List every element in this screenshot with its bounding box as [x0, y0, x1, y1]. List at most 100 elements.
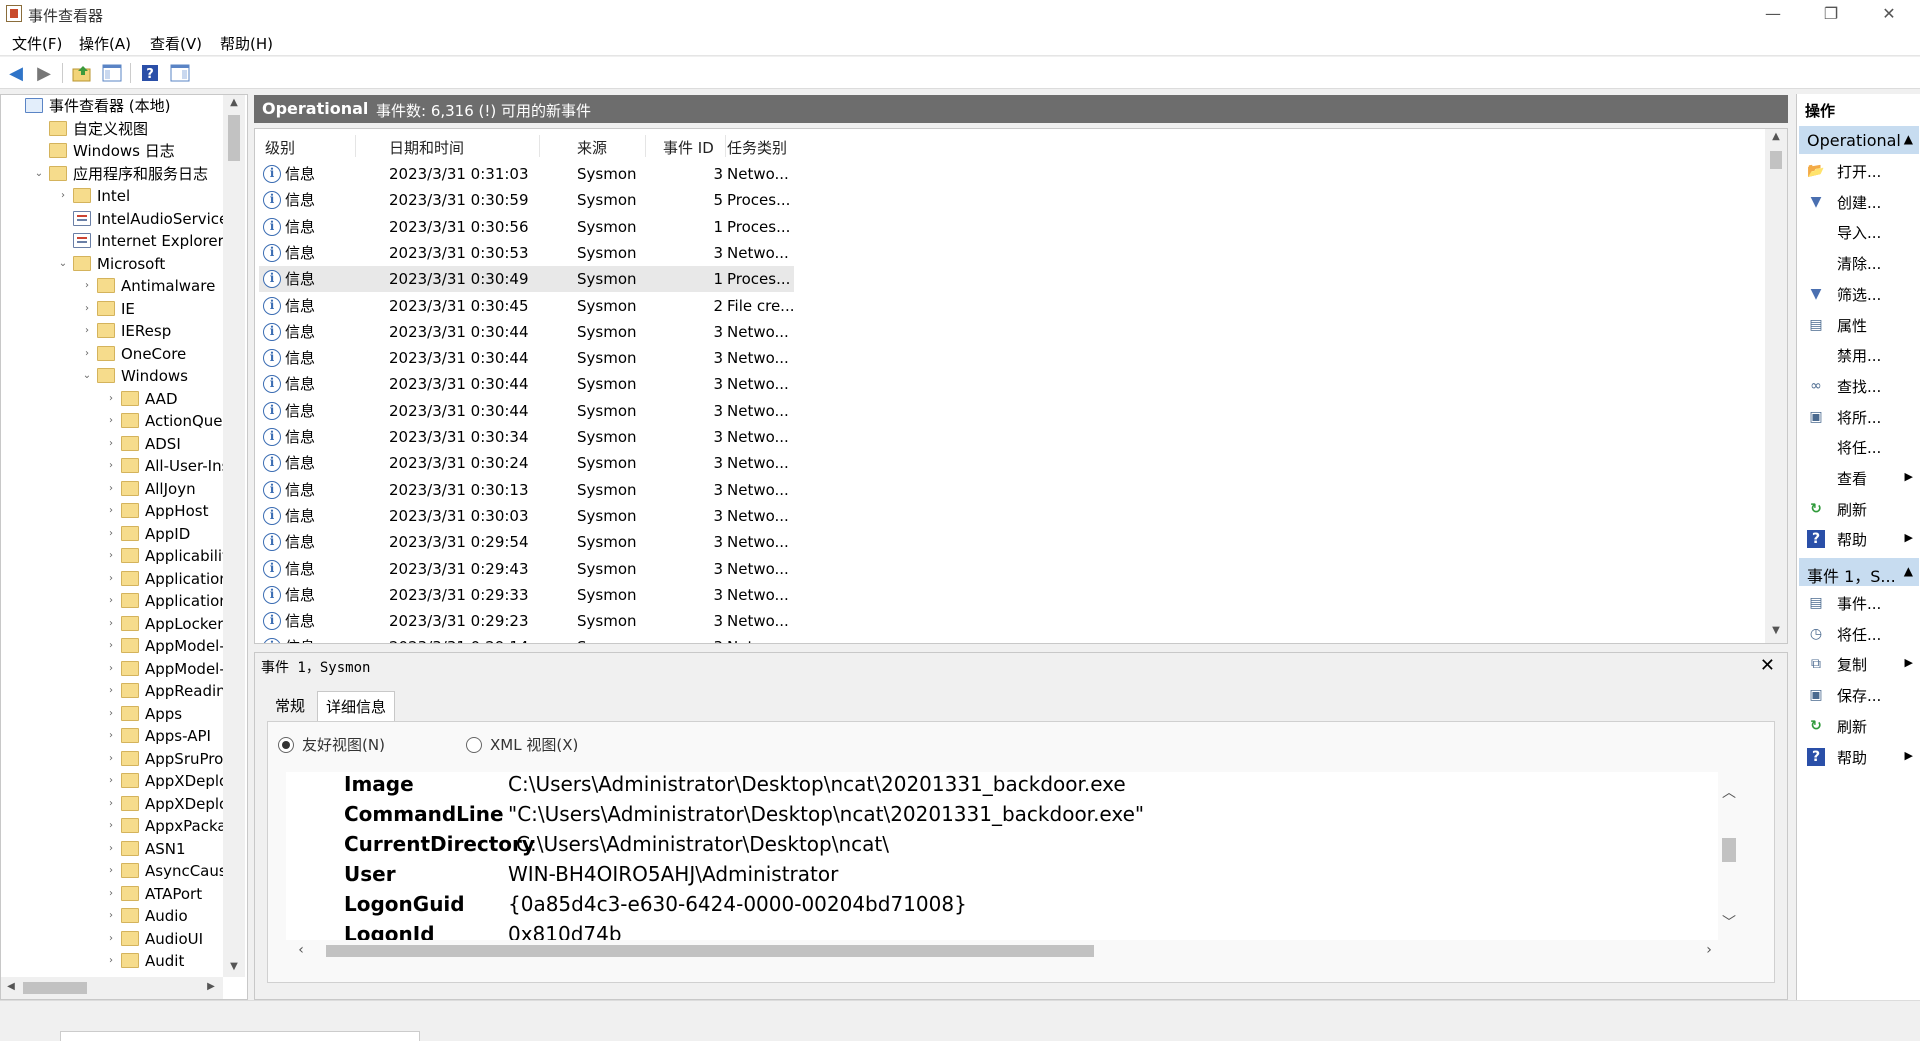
expand-chevron-icon[interactable]: ›	[105, 433, 117, 455]
tree-node[interactable]: › AppXDeploym	[1, 770, 226, 792]
close-window-button[interactable]: ✕	[1860, 0, 1918, 28]
action-item[interactable]: ? 帮助 ▶	[1797, 744, 1919, 770]
event-row[interactable]: i 信息 2023/3/31 0:30:49 Sysmon 1 Proces...	[259, 266, 794, 293]
expand-chevron-icon[interactable]: ›	[105, 793, 117, 815]
expand-chevron-icon[interactable]: ›	[81, 343, 93, 365]
expand-chevron-icon[interactable]: ›	[105, 860, 117, 882]
expand-chevron-icon[interactable]: ›	[81, 298, 93, 320]
tree-node[interactable]: › Application-Ex	[1, 590, 226, 612]
tree-node[interactable]: › ATAPort	[1, 883, 226, 905]
event-row[interactable]: i 信息 2023/3/31 0:30:13 Sysmon 3 Netwo...	[259, 477, 794, 503]
tree-node[interactable]: ⌄ Microsoft	[1, 253, 226, 275]
expand-chevron-icon[interactable]: ›	[105, 815, 117, 837]
maximize-button[interactable]: ❐	[1802, 0, 1860, 28]
folder-up-icon[interactable]	[70, 61, 94, 85]
column-source[interactable]: 来源	[577, 137, 607, 158]
expand-chevron-icon[interactable]: ›	[105, 478, 117, 500]
tree-node[interactable]: › AppHost	[1, 500, 226, 522]
radio-checked-icon[interactable]	[278, 737, 294, 753]
tree-node[interactable]: › AppSruProv	[1, 748, 226, 770]
expand-chevron-icon[interactable]: ›	[105, 748, 117, 770]
scroll-down-chevron-icon[interactable]: ﹀	[1718, 912, 1740, 932]
scroll-up-arrow-icon[interactable]: ▲	[1765, 131, 1787, 142]
expand-chevron-icon[interactable]: ›	[105, 410, 117, 432]
tree-horizontal-scrollbar[interactable]: ◀ ▶	[1, 977, 223, 999]
show-hide-actions-icon[interactable]	[168, 61, 192, 85]
tree-node[interactable]: › AppLocker	[1, 613, 226, 635]
event-row[interactable]: i 信息 2023/3/31 0:30:24 Sysmon 3 Netwo...	[259, 450, 794, 476]
menu-file[interactable]: 文件(F)	[12, 33, 62, 54]
expand-chevron-icon[interactable]: ›	[81, 275, 93, 297]
radio-unchecked-icon[interactable]	[466, 737, 482, 753]
field-value[interactable]: C:\Users\Administrator\Desktop\ncat\	[516, 832, 889, 856]
minimize-button[interactable]: —	[1744, 0, 1802, 28]
expand-chevron-icon[interactable]: ›	[105, 613, 117, 635]
scroll-up-chevron-icon[interactable]: ︿	[1718, 782, 1740, 802]
action-item[interactable]: ▣ 将所...	[1797, 404, 1919, 430]
event-row[interactable]: i 信息 2023/3/31 0:29:54 Sysmon 3 Netwo...	[259, 529, 794, 555]
tree-node[interactable]: › Application Se	[1, 568, 226, 590]
event-row[interactable]: i 信息 2023/3/31 0:30:44 Sysmon 3 Netwo...	[259, 319, 794, 345]
tree-node[interactable]: › Audio	[1, 905, 226, 927]
action-item[interactable]: ↻ 刷新	[1797, 496, 1919, 522]
tree-node[interactable]: › AudioUI	[1, 928, 226, 950]
column-event-id[interactable]: 事件 ID	[663, 137, 714, 158]
scroll-thumb[interactable]	[23, 982, 87, 994]
column-task-category[interactable]: 任务类别	[727, 137, 787, 158]
expand-chevron-icon[interactable]: ›	[105, 568, 117, 590]
expand-chevron-icon[interactable]: ›	[81, 320, 93, 342]
column-datetime[interactable]: 日期和时间	[389, 137, 464, 158]
field-value[interactable]: "C:\Users\Administrator\Desktop\ncat\202…	[508, 802, 1144, 826]
tree-node[interactable]: › AsyncCausality	[1, 860, 226, 882]
expand-chevron-icon[interactable]: ›	[105, 455, 117, 477]
expand-chevron-icon[interactable]: ›	[105, 545, 117, 567]
tree-node[interactable]: › All-User-Instal	[1, 455, 226, 477]
expand-chevron-icon[interactable]: ›	[105, 883, 117, 905]
action-item[interactable]: ▼ 筛选...	[1797, 281, 1919, 307]
action-item[interactable]: ▣ 保存...	[1797, 682, 1919, 708]
expand-chevron-icon[interactable]: ›	[105, 590, 117, 612]
event-row[interactable]: i 信息 2023/3/31 0:30:44 Sysmon 3 Netwo...	[259, 371, 794, 397]
tree-node[interactable]: › Apps-API	[1, 725, 226, 747]
event-row[interactable]: i 信息 2023/3/31 0:30:44 Sysmon 3 Netwo...	[259, 398, 794, 424]
event-row[interactable]: i 信息 2023/3/31 0:29:43 Sysmon 3 Netwo...	[259, 556, 794, 582]
action-item[interactable]: 将任...	[1797, 434, 1919, 460]
column-divider[interactable]	[725, 135, 726, 157]
scroll-right-arrow-icon[interactable]: ▶	[205, 981, 217, 992]
action-item[interactable]: ↻ 刷新	[1797, 713, 1919, 739]
scroll-left-chevron-icon[interactable]: ‹	[294, 942, 308, 958]
action-item[interactable]: ? 帮助 ▶	[1797, 526, 1919, 552]
expand-chevron-icon[interactable]: ›	[105, 523, 117, 545]
event-row[interactable]: i 信息 2023/3/31 0:29:14 Sysmon 3 Netwo...	[259, 634, 794, 643]
tree-node[interactable]: › ApplicabilityEr	[1, 545, 226, 567]
field-value[interactable]: WIN-BH4OIRO5AHJ\Administrator	[508, 862, 838, 886]
event-row[interactable]: i 信息 2023/3/31 0:30:45 Sysmon 2 File cre...	[259, 293, 795, 319]
tree-node[interactable]: ⌄ Windows	[1, 365, 226, 387]
scroll-thumb[interactable]	[228, 115, 240, 161]
event-row[interactable]: i 信息 2023/3/31 0:29:33 Sysmon 3 Netwo...	[259, 582, 794, 608]
tree-node[interactable]: › AppXDeploym	[1, 793, 226, 815]
tree-node[interactable]: ⌄ 应用程序和服务日志	[1, 163, 226, 185]
expand-chevron-icon[interactable]: ›	[105, 500, 117, 522]
expand-chevron-icon[interactable]: ›	[105, 928, 117, 950]
action-item[interactable]: 查看 ▶	[1797, 465, 1919, 491]
back-arrow-icon[interactable]: ◀	[4, 61, 28, 85]
scroll-thumb[interactable]	[1770, 151, 1782, 169]
tree-node[interactable]: › AppModel-Ru	[1, 635, 226, 657]
scroll-left-arrow-icon[interactable]: ◀	[5, 981, 17, 992]
event-row[interactable]: i 信息 2023/3/31 0:31:03 Sysmon 3 Netwo...	[259, 161, 794, 187]
column-divider[interactable]	[355, 135, 356, 157]
tree-node[interactable]: › AAD	[1, 388, 226, 410]
collapse-chevron-icon[interactable]: ⌄	[33, 163, 45, 185]
expand-chevron-icon[interactable]: ›	[105, 770, 117, 792]
action-item[interactable]: ⧉ 复制 ▶	[1797, 651, 1919, 677]
column-divider[interactable]	[645, 135, 646, 157]
actions-section-event[interactable]: 事件 1，S... ▲	[1799, 558, 1919, 586]
expand-chevron-icon[interactable]: ›	[105, 635, 117, 657]
field-value[interactable]: 0x810d74b	[508, 922, 622, 940]
tree-node[interactable]: › AppID	[1, 523, 226, 545]
tree-node[interactable]: › ASN1	[1, 838, 226, 860]
column-divider[interactable]	[539, 135, 540, 157]
detail-horizontal-scrollbar[interactable]: ‹ ›	[286, 940, 1730, 962]
action-item[interactable]: ▼ 创建...	[1797, 189, 1919, 215]
